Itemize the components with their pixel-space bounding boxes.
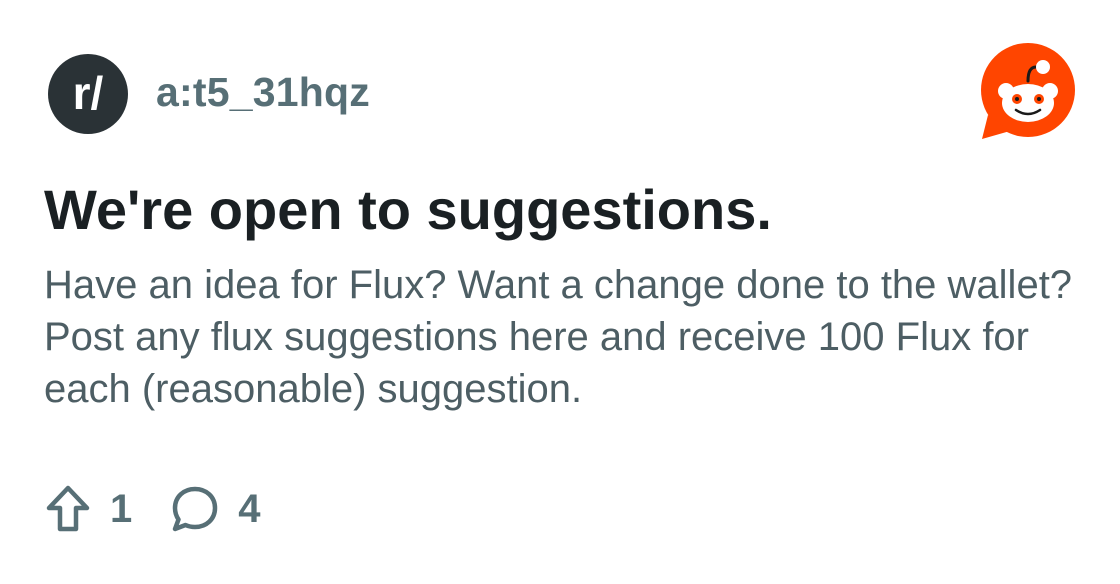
post-title[interactable]: We're open to suggestions. (44, 176, 772, 244)
post-stats: 1 4 (44, 484, 261, 534)
post-body: Have an idea for Flux? Want a change don… (44, 263, 1073, 411)
svg-text:r/: r/ (73, 67, 104, 119)
subreddit-name[interactable]: a:t5_31hqz (156, 69, 370, 116)
comment-bubble-icon (173, 486, 218, 532)
reddit-snoo-logo (981, 43, 1075, 139)
subreddit-avatar[interactable]: r/ (48, 54, 128, 134)
upvote-button[interactable]: 1 (44, 484, 132, 534)
comments-button[interactable]: 4 (170, 484, 261, 534)
upvote-count: 1 (110, 486, 133, 531)
upvote-arrow-icon (46, 485, 90, 532)
post-share-card: r/ a:t5_31hqz We're open to suggestions.… (0, 0, 1120, 584)
comment-count: 4 (238, 486, 261, 531)
subreddit-r-slash-icon: r/ (73, 67, 104, 119)
post-header: r/ a:t5_31hqz (48, 54, 370, 134)
